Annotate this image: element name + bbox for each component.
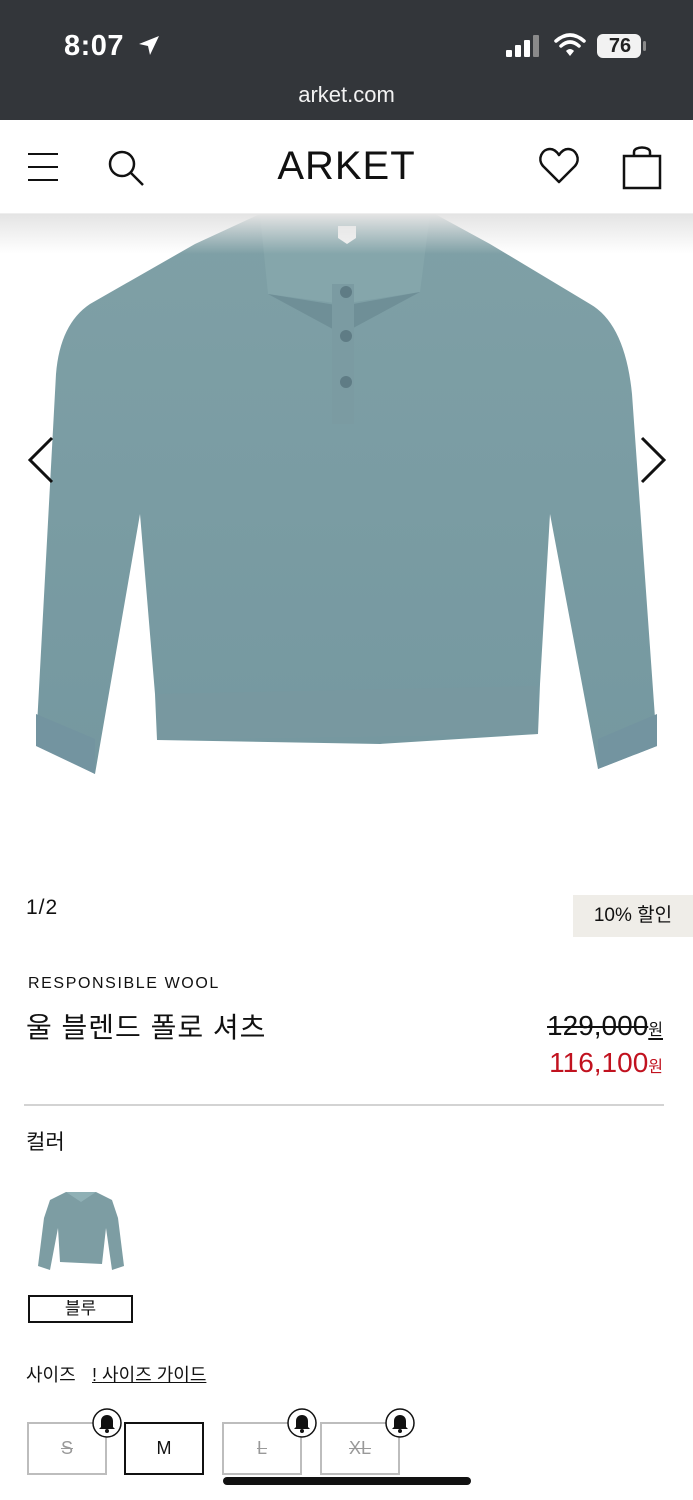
sale-price: 116,100원 <box>549 1047 663 1079</box>
notify-bell-icon[interactable] <box>287 1408 317 1438</box>
gallery-top-shadow <box>0 214 693 254</box>
sale-price-value: 116,100 <box>549 1047 649 1078</box>
notify-bell-icon[interactable] <box>385 1408 415 1438</box>
original-price-value: 129,000 <box>547 1010 649 1041</box>
location-arrow-icon <box>139 36 159 55</box>
next-image-chevron-icon[interactable] <box>634 434 670 486</box>
product-image-gallery[interactable] <box>0 214 693 864</box>
product-sweater-image <box>36 214 657 774</box>
battery-level: 76 <box>608 35 632 57</box>
size-guide-label: 사이즈 가이드 <box>102 1365 207 1385</box>
site-header: ARKET <box>0 120 693 214</box>
wifi-icon <box>554 33 586 56</box>
color-section-label: 컬러 <box>26 1131 65 1154</box>
selected-color-name[interactable]: 블루 <box>28 1295 133 1323</box>
notify-bell-icon[interactable] <box>92 1408 122 1438</box>
shopping-bag-icon[interactable] <box>622 144 662 190</box>
size-guide-marker: ! <box>92 1365 98 1385</box>
size-guide-link[interactable]: ! 사이즈 가이드 <box>92 1361 206 1387</box>
wishlist-heart-icon[interactable] <box>538 146 580 186</box>
product-title: 울 블렌드 폴로 셔츠 <box>26 1012 267 1043</box>
arket-logo[interactable]: ARKET <box>0 144 693 189</box>
browser-top-bar: 8:07 76 arket.com <box>0 0 693 120</box>
previous-image-chevron-icon[interactable] <box>24 434 60 486</box>
original-price-currency: 원 <box>648 1022 663 1039</box>
home-indicator <box>223 1477 471 1485</box>
original-price: 129,000원 <box>547 1010 663 1042</box>
cellular-signal-icon <box>506 35 539 57</box>
section-divider <box>24 1104 664 1106</box>
collection-label: RESPONSIBLE WOOL <box>28 975 220 992</box>
color-swatch-blue[interactable] <box>36 1188 126 1274</box>
image-pager: 1/2 <box>26 896 59 919</box>
size-option-m[interactable]: M <box>124 1422 204 1475</box>
discount-badge: 10% 할인 <box>573 895 693 937</box>
status-time: 8:07 <box>64 30 125 62</box>
sale-price-currency: 원 <box>648 1059 663 1076</box>
size-section-label: 사이즈 <box>26 1365 76 1385</box>
address-bar-url[interactable]: arket.com <box>0 82 693 108</box>
